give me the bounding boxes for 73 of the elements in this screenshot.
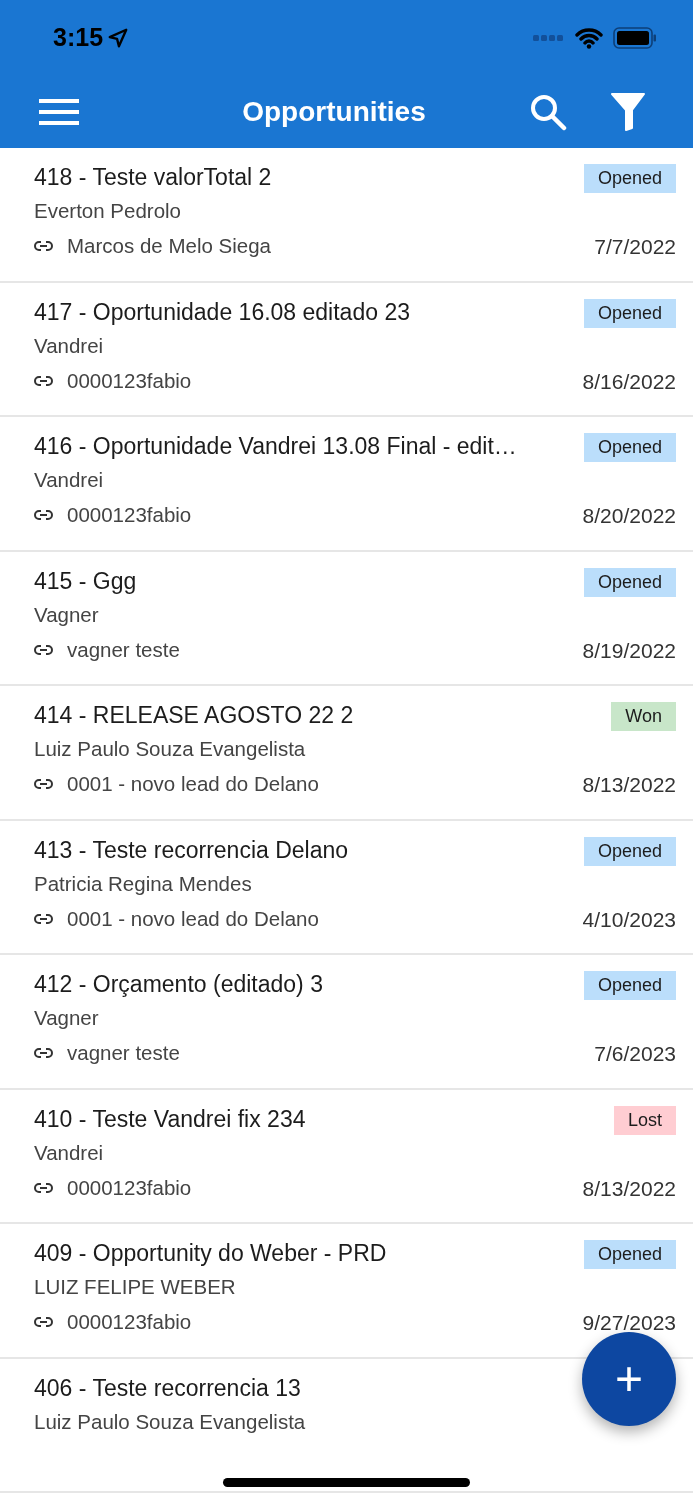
opportunity-title: 416 - Oportunidade Vandrei 13.08 Final - edit…: [34, 432, 517, 461]
opportunity-row[interactable]: 412 - Orçamento (editado) 3 Vagner vagner teste Opened 7/6/2023: [0, 955, 693, 1090]
link-icon: [34, 1317, 53, 1327]
battery-icon: [613, 26, 657, 49]
location-arrow-icon: [107, 26, 130, 49]
opportunity-title: 414 - RELEASE AGOSTO 22 2: [34, 701, 354, 730]
linked-contact: vagner teste: [67, 636, 180, 663]
wifi-icon: [575, 26, 603, 49]
opportunity-row[interactable]: 415 - Ggg Vagner vagner teste Opened 8/19/2022: [0, 551, 693, 686]
opportunity-row[interactable]: 417 - Oportunidade 16.08 editado 23 Vandrei 0000123fabio Opened 8/16/2022: [0, 282, 693, 417]
opportunity-title: 417 - Oportunidade 16.08 editado 23: [34, 297, 410, 327]
search-icon[interactable]: [529, 92, 567, 131]
owner-name: Patricia Regina Mendes: [34, 870, 252, 897]
owner-name: Vagner: [34, 1005, 99, 1031]
link-icon: [34, 510, 53, 520]
owner-name: Luiz Paulo Souza Evangelista: [34, 736, 306, 762]
link-icon: [34, 644, 53, 655]
status-badge: Opened: [583, 836, 676, 866]
link-icon: [34, 913, 53, 924]
linked-contact: 0001 - novo lead do Delano: [67, 771, 319, 797]
linked-contact: vagner teste: [67, 1040, 180, 1066]
opportunity-date: 4/10/2023: [582, 906, 676, 933]
opportunity-title: 409 - Opportunity do Weber - PRD: [34, 1239, 387, 1268]
linked-contact: 0000123fabio: [67, 1174, 192, 1201]
opportunity-row[interactable]: 416 - Oportunidade Vandrei 13.08 Final - edit… Vandrei 0000123fabio Opened 8/20/2022: [0, 417, 693, 552]
opportunity-date: 8/20/2022: [582, 503, 676, 529]
owner-name: Vandrei: [34, 467, 104, 493]
owner-name: Vagner: [34, 601, 99, 628]
opportunity-title: 413 - Teste recorrencia Delano: [34, 835, 349, 865]
link-icon: [34, 1048, 53, 1058]
owner-name: Luiz Paulo Souza Evangelista: [34, 1408, 306, 1435]
signal-icon: [533, 33, 565, 42]
opportunity-title: 418 - Teste valorTotal 2: [34, 163, 272, 192]
status-badge: Won: [611, 702, 676, 731]
opportunity-title: 406 - Teste recorrencia 13: [34, 1373, 301, 1403]
opportunity-date: 7/6/2023: [594, 1041, 676, 1067]
status-badge: Lost: [613, 1105, 676, 1135]
opportunity-title: 415 - Ggg: [34, 566, 137, 596]
opportunity-date: 8/16/2022: [582, 368, 676, 395]
opportunity-date: 8/13/2022: [582, 772, 676, 798]
opportunity-row[interactable]: 413 - Teste recorrencia Delano Patricia Regina Mendes 0001 - novo lead do Delano Opened 4/10/2023: [0, 820, 693, 955]
linked-contact: 0000123fabio: [67, 367, 192, 394]
opportunity-row[interactable]: 410 - Teste Vandrei fix 234 Vandrei 0000123fabio Lost 8/13/2022: [0, 1089, 693, 1224]
opportunity-title: 412 - Orçamento (editado) 3: [34, 970, 323, 999]
link-icon: [34, 241, 53, 251]
menu-icon[interactable]: [39, 98, 79, 125]
status-badge: Opened: [583, 433, 676, 462]
owner-name: Everton Pedrolo: [34, 198, 181, 224]
status-badge: Opened: [583, 971, 676, 1000]
opportunity-date: 8/19/2022: [582, 637, 676, 664]
linked-contact: 0001 - novo lead do Delano: [67, 905, 319, 932]
status-badge: Opened: [583, 1240, 676, 1269]
linked-contact: 0000123fabio: [67, 502, 192, 528]
owner-name: Vandrei: [34, 1139, 104, 1166]
linked-contact: 0000123fabio: [67, 1309, 192, 1335]
add-button[interactable]: +: [582, 1332, 676, 1426]
opportunity-title: 410 - Teste Vandrei fix 234: [34, 1104, 306, 1134]
link-icon: [34, 1182, 53, 1193]
link-icon: [34, 375, 53, 386]
status-badge: Opened: [583, 567, 676, 597]
linked-contact: Marcos de Melo Siega: [67, 233, 271, 259]
status-badge: Opened: [583, 298, 676, 328]
opportunity-row[interactable]: 414 - RELEASE AGOSTO 22 2 Luiz Paulo Souza Evangelista 0001 - novo lead do Delano Won 8/13/2022: [0, 686, 693, 821]
opportunity-date: 8/13/2022: [582, 1175, 676, 1202]
owner-name: Vandrei: [34, 332, 104, 359]
clock-time: 3:15: [53, 21, 104, 53]
screen-title: Opportunities: [242, 94, 426, 129]
opportunity-row[interactable]: 418 - Teste valorTotal 2 Everton Pedrolo Marcos de Melo Siega Opened 7/7/2022: [0, 148, 693, 283]
owner-name: LUIZ FELIPE WEBER: [34, 1274, 236, 1300]
opportunity-date: 7/7/2022: [594, 234, 676, 260]
link-icon: [34, 779, 53, 789]
status-badge: Opened: [583, 164, 676, 193]
filter-icon[interactable]: [611, 92, 645, 131]
